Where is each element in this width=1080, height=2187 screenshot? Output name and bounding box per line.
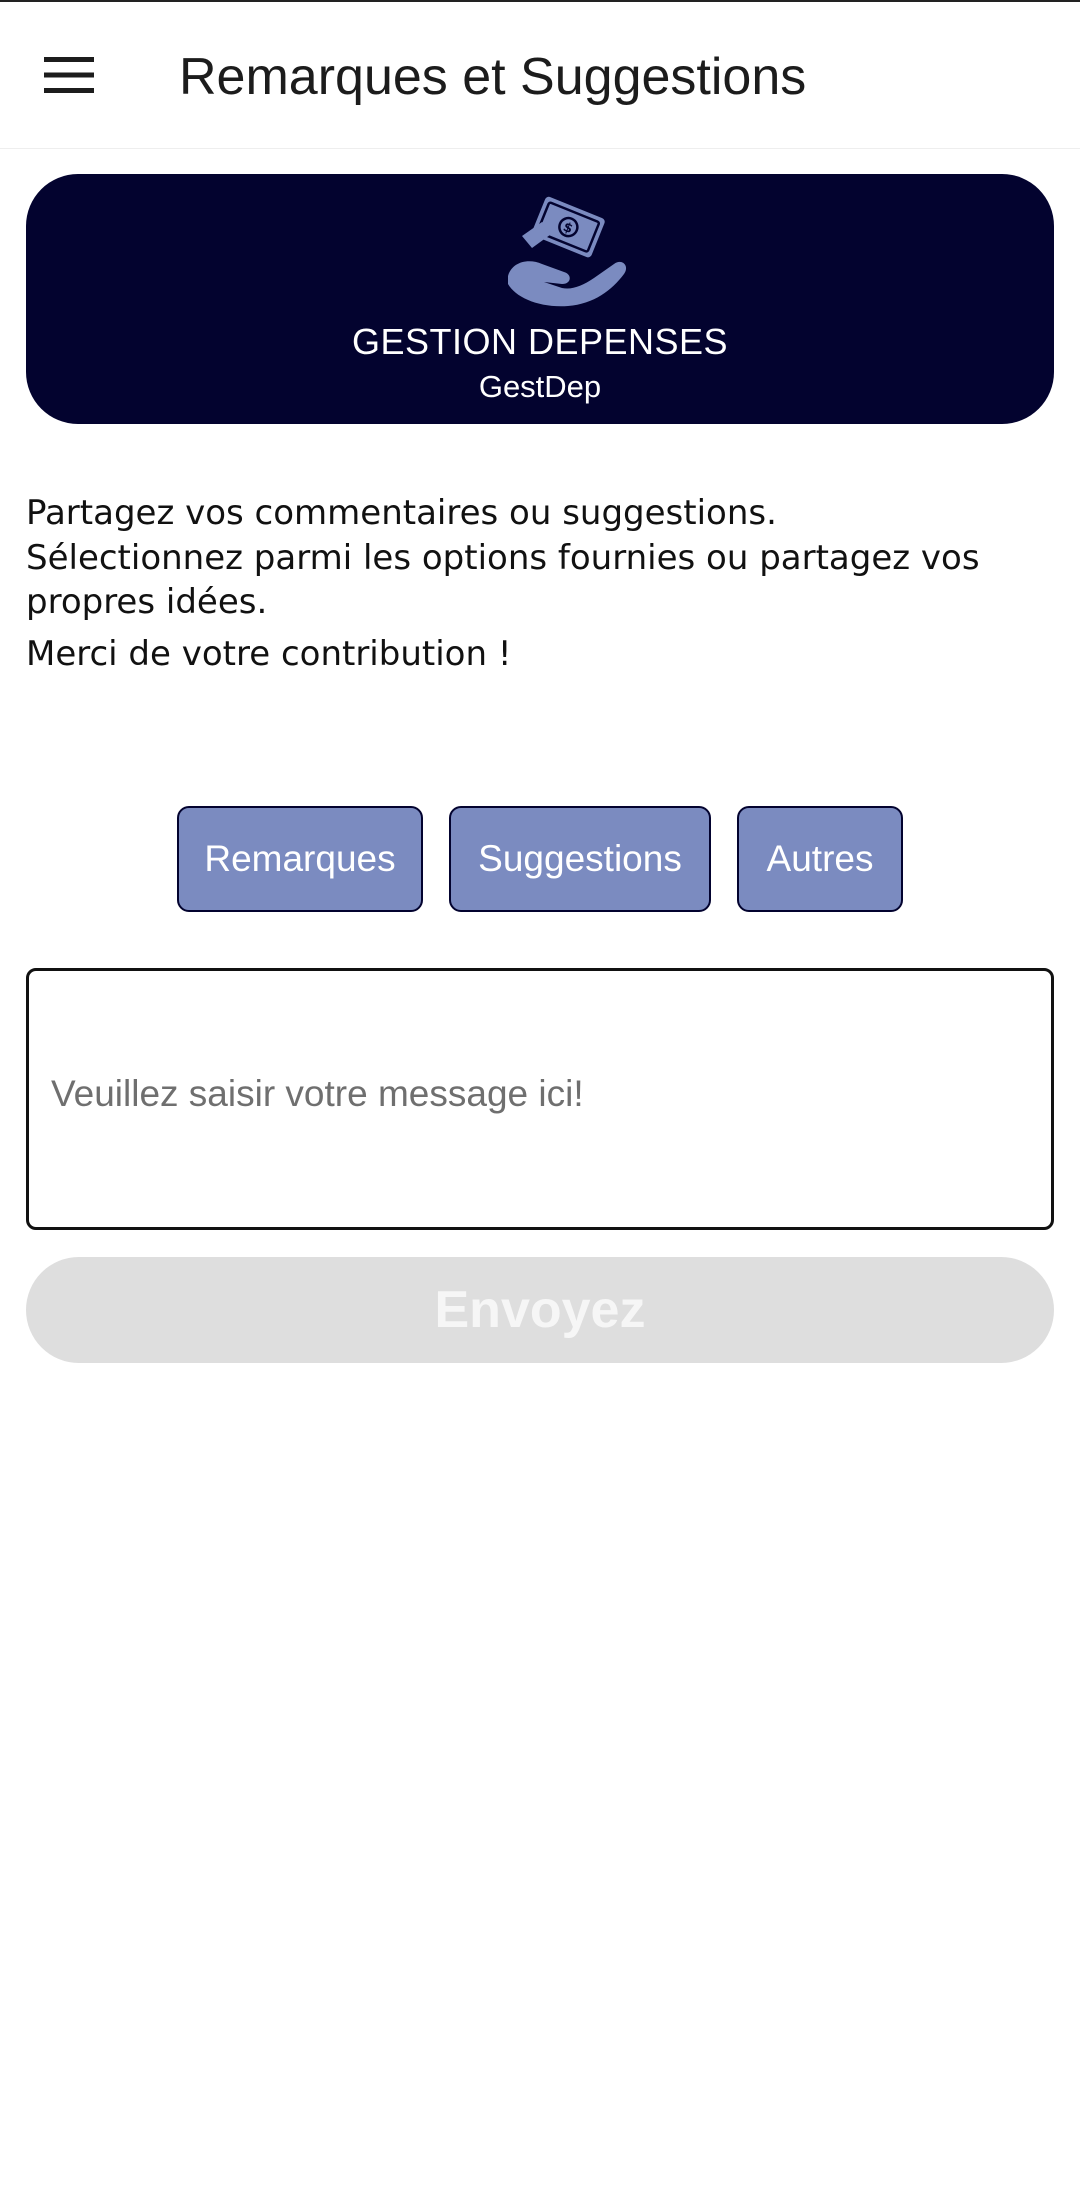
hamburger-menu-icon: [44, 57, 94, 93]
app-banner: $ GESTION DEPENSES GestDep: [26, 174, 1054, 424]
category-autres-button[interactable]: Autres: [737, 806, 903, 912]
hand-holding-money-icon: $: [508, 196, 627, 307]
category-suggestions-button[interactable]: Suggestions: [449, 806, 711, 912]
intro-line: Partagez vos commentaires ou suggestions…: [26, 493, 777, 533]
message-field[interactable]: [26, 968, 1054, 1230]
category-remarques-button[interactable]: Remarques: [177, 806, 423, 912]
app-short-name: GestDep: [478, 369, 602, 404]
app-name: GESTION DEPENSES: [351, 321, 729, 362]
message-input[interactable]: [51, 1069, 1011, 1129]
intro-text: Partagez vos commentaires ou suggestions…: [26, 490, 1046, 678]
send-button[interactable]: Envoyez: [26, 1257, 1054, 1363]
app-bar: Remarques et Suggestions: [0, 2, 1080, 149]
intro-thanks: Merci de votre contribution !: [26, 634, 512, 674]
category-selector: Remarques Suggestions Autres: [0, 806, 1080, 914]
intro-line: Sélectionnez parmi les options fournies …: [26, 538, 980, 622]
page-title: Remarques et Suggestions: [179, 48, 807, 106]
menu-button[interactable]: [38, 44, 100, 106]
